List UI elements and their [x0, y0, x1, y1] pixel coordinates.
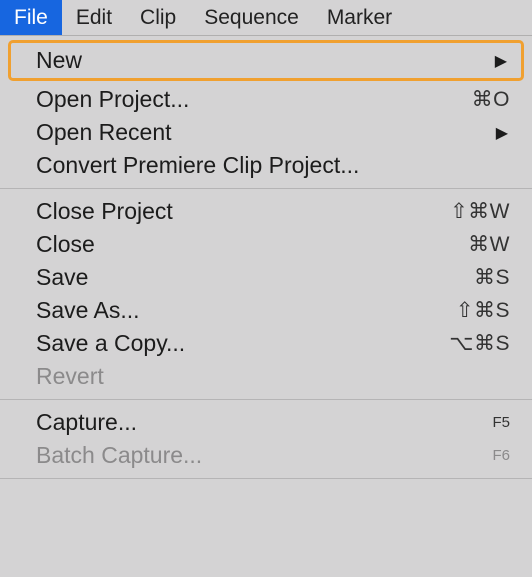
menu-new[interactable]: New ▶	[11, 44, 521, 77]
file-dropdown: New ▶ Open Project... ⌘O Open Recent ▶ C…	[0, 40, 532, 479]
menu-save-label: Save	[36, 264, 88, 291]
menu-convert-label: Convert Premiere Clip Project...	[36, 152, 359, 179]
menu-save[interactable]: Save ⌘S	[0, 261, 532, 294]
menu-capture[interactable]: Capture... F5	[0, 406, 532, 439]
menu-open-project-shortcut: ⌘O	[472, 87, 510, 112]
menubar-clip[interactable]: Clip	[126, 0, 190, 35]
menu-save-as-shortcut: ⇧⌘S	[456, 298, 510, 323]
menu-batch-capture-shortcut: F6	[492, 447, 510, 464]
submenu-arrow-icon: ▶	[495, 51, 509, 71]
menu-new-label: New	[36, 47, 82, 74]
menu-open-project[interactable]: Open Project... ⌘O	[0, 83, 532, 116]
menu-close[interactable]: Close ⌘W	[0, 228, 532, 261]
menu-save-copy-shortcut: ⌥⌘S	[449, 331, 510, 356]
menu-save-shortcut: ⌘S	[474, 265, 510, 290]
menu-revert-label: Revert	[36, 363, 104, 390]
menubar-marker[interactable]: Marker	[313, 0, 406, 35]
menu-save-as-label: Save As...	[36, 297, 140, 324]
menu-save-as[interactable]: Save As... ⇧⌘S	[0, 294, 532, 327]
menu-save-copy[interactable]: Save a Copy... ⌥⌘S	[0, 327, 532, 360]
divider	[0, 478, 532, 479]
menubar-file[interactable]: File	[0, 0, 62, 35]
menu-batch-capture: Batch Capture... F6	[0, 439, 532, 472]
menu-close-shortcut: ⌘W	[468, 232, 510, 257]
menu-close-label: Close	[36, 231, 95, 258]
menu-open-project-label: Open Project...	[36, 86, 189, 113]
menubar-sequence[interactable]: Sequence	[190, 0, 313, 35]
menu-save-copy-label: Save a Copy...	[36, 330, 185, 357]
menu-close-project-shortcut: ⇧⌘W	[450, 199, 510, 224]
menu-revert: Revert	[0, 360, 532, 393]
menu-convert[interactable]: Convert Premiere Clip Project...	[0, 149, 532, 182]
menu-open-recent[interactable]: Open Recent ▶	[0, 116, 532, 149]
divider	[0, 399, 532, 400]
menu-capture-shortcut: F5	[492, 414, 510, 431]
menu-open-recent-label: Open Recent	[36, 119, 172, 146]
divider	[0, 188, 532, 189]
menu-capture-label: Capture...	[36, 409, 137, 436]
submenu-arrow-icon: ▶	[496, 123, 510, 143]
menu-close-project-label: Close Project	[36, 198, 173, 225]
menu-batch-capture-label: Batch Capture...	[36, 442, 202, 469]
menubar: File Edit Clip Sequence Marker	[0, 0, 532, 36]
menu-close-project[interactable]: Close Project ⇧⌘W	[0, 195, 532, 228]
menubar-edit[interactable]: Edit	[62, 0, 126, 35]
highlight-new: New ▶	[8, 40, 524, 81]
